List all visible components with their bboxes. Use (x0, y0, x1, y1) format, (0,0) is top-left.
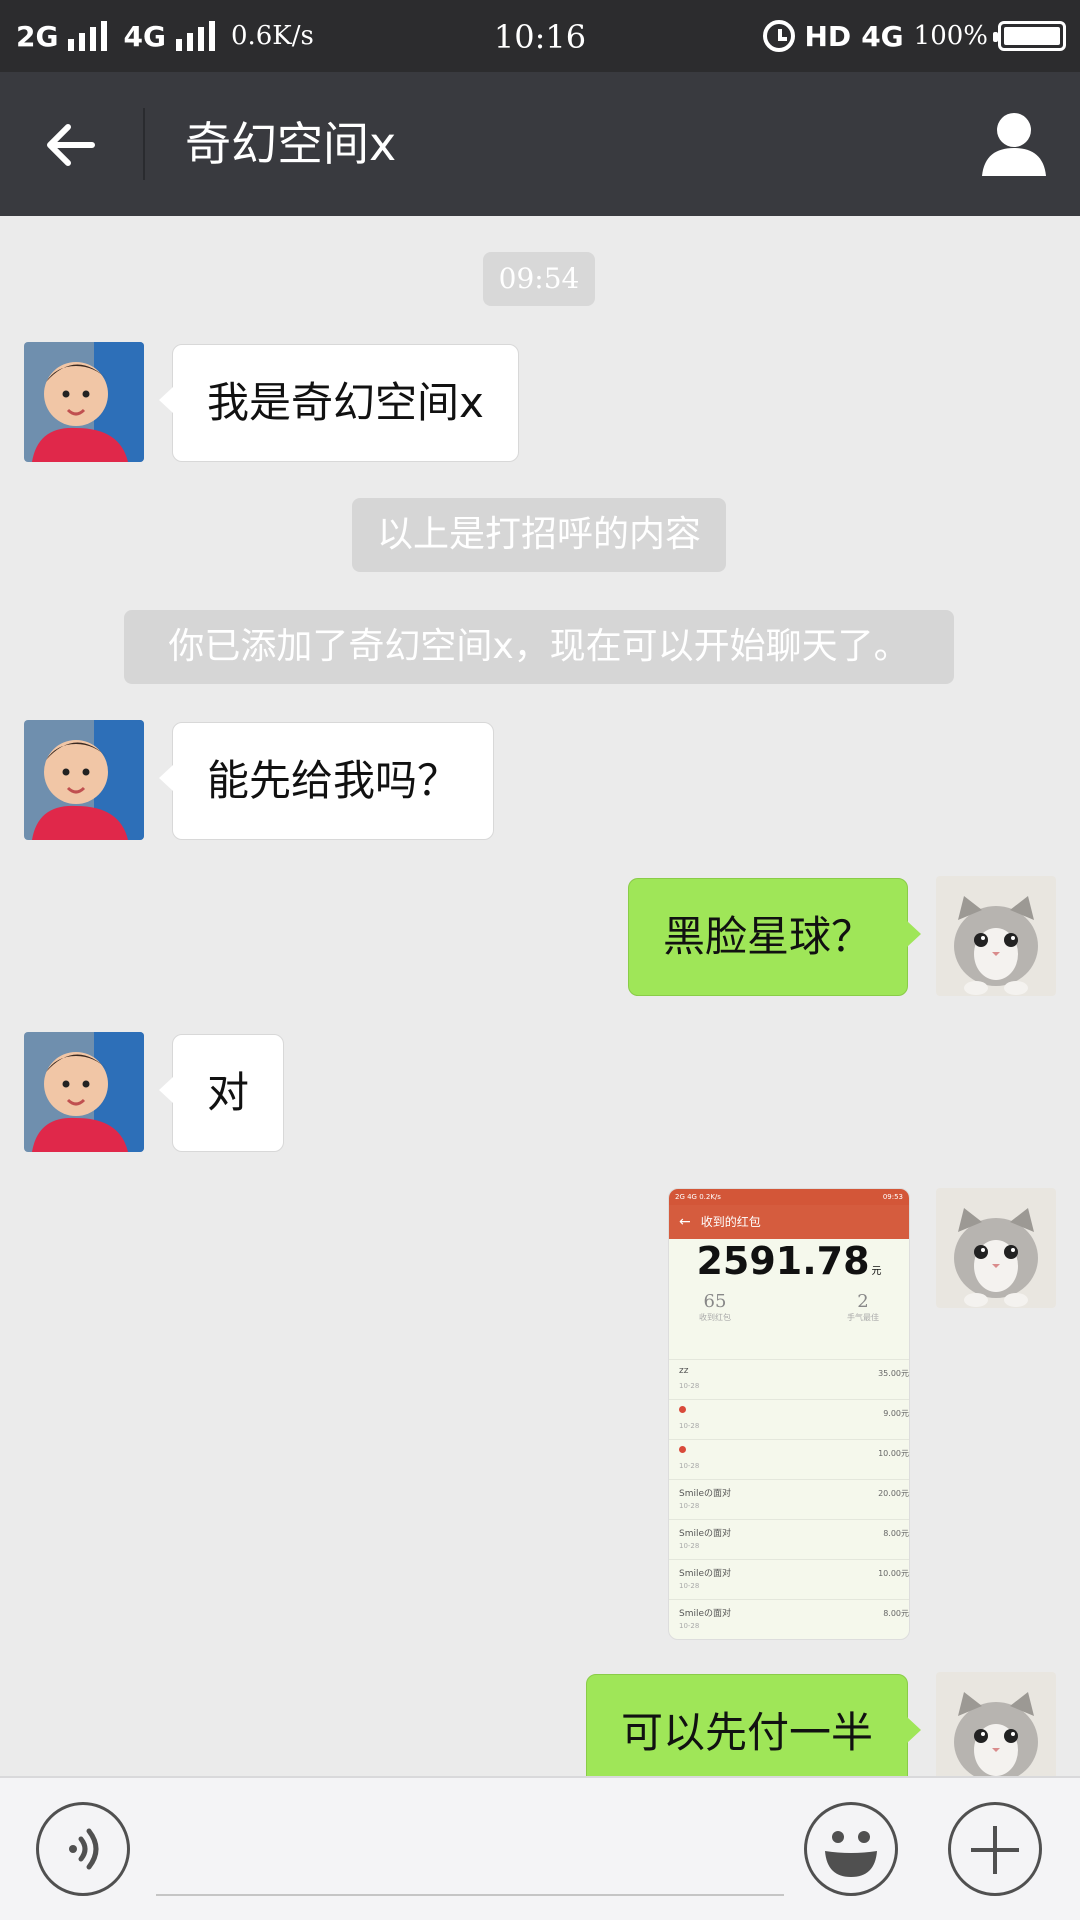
thumb-best-count: 2 (857, 1291, 869, 1312)
thumb-row: Smileの面对 10-28 10.00元 (669, 1559, 909, 1599)
lte-label: 4G (861, 19, 904, 53)
system-message: 以上是打招呼的内容 (352, 498, 726, 572)
timestamp-chip: 09:54 (483, 252, 595, 306)
image-message[interactable]: 2G 4G 0.2K/s 09:53 ← 收到的红包 2591.78 元 65 收… (668, 1188, 910, 1640)
thumb-row: 10-28 9.00元 (669, 1399, 909, 1439)
thumb-row-amount: 35.00元 (878, 1369, 909, 1378)
thumb-total-unit: 元 (871, 1266, 882, 1277)
status-right: HD 4G 100% (762, 0, 1066, 72)
thumb-best-label: 手气最佳 (847, 1313, 879, 1322)
message-input[interactable] (156, 1804, 784, 1896)
chat-area[interactable]: 09:54 我是奇幻空间x 以上是打招呼的内容 你已添加了奇幻空间x，现在可以开… (0, 216, 1080, 1776)
thumb-row-name: Smileの面对 (679, 1609, 732, 1619)
thumb-status-bar: 2G 4G 0.2K/s 09:53 (669, 1189, 909, 1205)
network-4g-label: 4G (123, 19, 166, 53)
my-avatar[interactable] (936, 1188, 1056, 1308)
battery-icon (993, 21, 1066, 51)
thumb-row-name: zz (679, 1366, 689, 1376)
thumb-row-date: 10-28 (679, 1422, 700, 1430)
my-avatar[interactable] (936, 1672, 1056, 1776)
emoji-icon (825, 1831, 877, 1877)
thumb-status-time: 09:53 (882, 1193, 903, 1201)
voice-button[interactable] (36, 1802, 130, 1896)
person-icon (982, 113, 1046, 176)
location-pin-icon (679, 1446, 686, 1456)
more-button[interactable] (948, 1802, 1042, 1896)
my-avatar[interactable] (936, 876, 1056, 996)
back-button[interactable] (30, 102, 116, 188)
battery-percent: 100% (913, 21, 988, 51)
contact-avatar[interactable] (24, 342, 144, 462)
thumb-row-date: 10-28 (679, 1582, 700, 1590)
location-pin-icon (679, 1406, 686, 1416)
thumb-row-date: 10-28 (679, 1462, 700, 1470)
arrow-left-icon (47, 124, 95, 166)
thumb-row-amount: 10.00元 (878, 1569, 909, 1578)
thumb-back-icon: ← (679, 1214, 691, 1230)
thumb-row-name: Smileの面对 (679, 1529, 732, 1539)
thumb-header: ← 收到的红包 (669, 1205, 909, 1239)
thumb-received-count: 65 (703, 1291, 727, 1312)
hd-label: HD (804, 19, 852, 53)
thumb-row: Smileの面对 10-28 20.00元 (669, 1479, 909, 1519)
chat-info-button[interactable] (978, 108, 1050, 180)
message-bubble-incoming[interactable]: 我是奇幻空间x (159, 344, 519, 462)
message-bubble-outgoing[interactable]: 可以先付一半 (585, 1674, 922, 1776)
message-bubble-incoming[interactable]: 对 (158, 1034, 285, 1152)
thumb-row: Smileの面对 10-28 8.00元 (669, 1519, 909, 1559)
thumb-row-name: Smileの面对 (679, 1569, 732, 1579)
status-left: 2G 4G 0.6K/s (16, 0, 314, 72)
signal-icon (175, 21, 215, 51)
message-bubble-outgoing[interactable]: 黑脸星球？ (627, 878, 922, 996)
thumb-stat-best: 2 手气最佳 (847, 1291, 879, 1335)
message-bubble-incoming[interactable]: 能先给我吗？ (158, 722, 495, 840)
thumb-row-date: 10-28 (679, 1542, 700, 1550)
thumb-total: 2591.78 元 (669, 1239, 909, 1283)
signal-icon (68, 21, 108, 51)
alarm-icon (762, 20, 795, 52)
thumb-stats: 65 收到红包 2 手气最佳 (669, 1283, 909, 1335)
chat-title: 奇幻空间x (185, 117, 397, 171)
thumb-row-name: Smileの面对 (679, 1489, 732, 1499)
status-bar: 2G 4G 0.6K/s 10:16 HD 4G 100% (0, 0, 1080, 72)
thumb-row: zz 10-28 35.00元 (669, 1359, 909, 1399)
thumb-row: 10-28 10.00元 (669, 1439, 909, 1479)
chat-header: 奇幻空间x (0, 72, 1080, 216)
input-bar (0, 1776, 1080, 1920)
header-divider (143, 108, 145, 180)
thumb-total-amount: 2591.78 (696, 1239, 870, 1283)
thumb-row-amount: 10.00元 (878, 1449, 909, 1458)
thumb-received-label: 收到红包 (699, 1313, 731, 1322)
thumb-stat-received: 65 收到红包 (699, 1291, 731, 1335)
network-speed: 0.6K/s (230, 21, 314, 51)
thumb-row-date: 10-28 (679, 1382, 700, 1390)
thumb-title: 收到的红包 (700, 1215, 761, 1229)
thumb-row-amount: 9.00元 (883, 1409, 909, 1418)
thumb-row-amount: 8.00元 (883, 1529, 909, 1538)
thumb-status-left: 2G 4G 0.2K/s (675, 1193, 721, 1201)
network-2g-label: 2G (16, 19, 59, 53)
thumb-row-amount: 20.00元 (878, 1489, 909, 1498)
thumb-list: zz 10-28 35.00元 10-28 9.00元 10-28 10.00元 Smi… (669, 1359, 909, 1639)
emoji-button[interactable] (804, 1802, 898, 1896)
contact-avatar[interactable] (24, 1032, 144, 1152)
voice-icon (69, 1828, 99, 1870)
system-message: 你已添加了奇幻空间x，现在可以开始聊天了。 (124, 610, 954, 684)
contact-avatar[interactable] (24, 720, 144, 840)
thumb-row: Smileの面对 10-28 8.00元 (669, 1599, 909, 1639)
thumb-row-date: 10-28 (679, 1622, 700, 1630)
thumb-row-amount: 8.00元 (883, 1609, 909, 1618)
thumb-row-date: 10-28 (679, 1502, 700, 1510)
